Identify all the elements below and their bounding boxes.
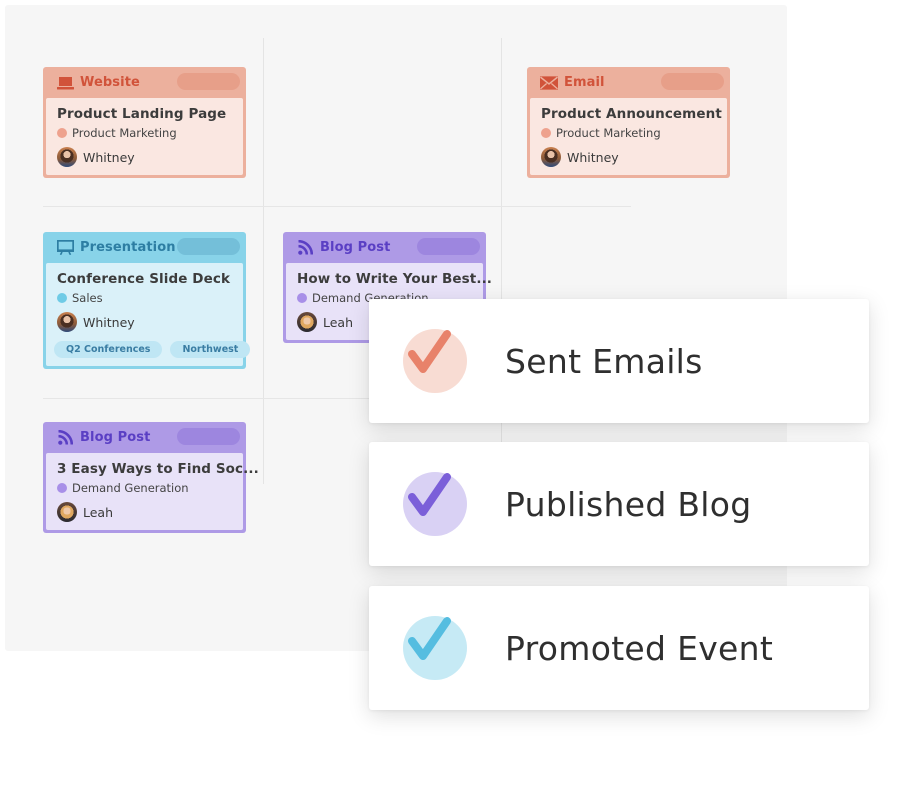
avatar — [57, 312, 77, 332]
check-icon[interactable] — [403, 472, 467, 536]
team-color-dot — [297, 293, 307, 303]
status-pill[interactable] — [177, 428, 240, 445]
status-pill[interactable] — [661, 73, 724, 90]
avatar — [57, 502, 77, 522]
card-header: Website — [46, 67, 243, 98]
card-owner: Whitney — [57, 147, 233, 167]
team-label: Demand Generation — [72, 481, 189, 495]
team-label: Product Marketing — [556, 126, 661, 140]
card-body: 3 Easy Ways to Find Soc... Demand Genera… — [46, 453, 259, 530]
card-owner: Whitney — [541, 147, 717, 167]
card-title[interactable]: Conference Slide Deck — [57, 271, 233, 287]
card-body: Conference Slide Deck Sales Whitney Q2 C… — [46, 263, 251, 366]
checklist-label: Sent Emails — [505, 341, 703, 381]
tag[interactable]: Q2 Conferences — [54, 341, 163, 358]
card-header: Blog Post — [46, 422, 243, 453]
content-card-blog-post[interactable]: Blog Post 3 Easy Ways to Find Soc... Dem… — [43, 422, 259, 533]
rss-icon — [296, 239, 314, 257]
card-team: Demand Generation — [57, 481, 233, 495]
checklist-item-sent-emails[interactable]: Sent Emails — [369, 299, 869, 423]
envelope-icon — [540, 74, 558, 92]
status-pill[interactable] — [417, 238, 480, 255]
card-header: Presentation — [46, 232, 243, 263]
check-icon[interactable] — [403, 616, 467, 680]
card-team: Product Marketing — [57, 126, 233, 140]
laptop-icon — [56, 74, 74, 92]
check-icon[interactable] — [403, 329, 467, 393]
card-owner: Leah — [57, 502, 233, 522]
owner-name: Whitney — [83, 314, 135, 330]
checklist-label: Promoted Event — [505, 628, 774, 668]
card-header: Blog Post — [286, 232, 483, 263]
team-color-dot — [57, 293, 67, 303]
card-type-label: Presentation — [80, 240, 176, 255]
team-label: Sales — [72, 291, 103, 305]
team-color-dot — [541, 128, 551, 138]
tag-list: Q2 Conferences Northwest — [54, 341, 251, 358]
card-title[interactable]: 3 Easy Ways to Find Soc... — [57, 461, 259, 477]
owner-name: Leah — [323, 314, 354, 330]
rss-icon — [56, 429, 74, 447]
card-type-label: Email — [564, 75, 605, 90]
card-title[interactable]: How to Write Your Best... — [297, 271, 492, 287]
card-type-label: Blog Post — [80, 430, 151, 445]
card-body: Product Landing Page Product Marketing W… — [46, 98, 243, 175]
content-card-presentation[interactable]: Presentation Conference Slide Deck Sales… — [43, 232, 251, 369]
card-team: Sales — [57, 291, 233, 305]
status-pill[interactable] — [177, 238, 240, 255]
card-type-label: Website — [80, 75, 140, 90]
card-title[interactable]: Product Landing Page — [57, 106, 233, 122]
row-divider — [43, 206, 631, 207]
checklist-label: Published Blog — [505, 484, 752, 524]
avatar — [541, 147, 561, 167]
tag[interactable]: Northwest — [170, 341, 251, 358]
avatar — [57, 147, 77, 167]
card-title[interactable]: Product Announcement — [541, 106, 722, 122]
checklist-item-published-blog[interactable]: Published Blog — [369, 442, 869, 566]
card-owner: Whitney — [57, 312, 233, 332]
card-type-label: Blog Post — [320, 240, 391, 255]
checklist-item-promoted-event[interactable]: Promoted Event — [369, 586, 869, 710]
card-body: Product Announcement Product Marketing W… — [530, 98, 727, 175]
presentation-icon — [56, 239, 74, 257]
content-card-email[interactable]: Email Product Announcement Product Marke… — [527, 67, 730, 178]
status-pill[interactable] — [177, 73, 240, 90]
owner-name: Leah — [83, 504, 114, 520]
owner-name: Whitney — [83, 149, 135, 165]
avatar — [297, 312, 317, 332]
owner-name: Whitney — [567, 149, 619, 165]
card-header: Email — [530, 67, 727, 98]
team-label: Product Marketing — [72, 126, 177, 140]
team-color-dot — [57, 128, 67, 138]
team-color-dot — [57, 483, 67, 493]
content-card-website[interactable]: Website Product Landing Page Product Mar… — [43, 67, 246, 178]
column-divider — [263, 38, 264, 484]
card-team: Product Marketing — [541, 126, 717, 140]
